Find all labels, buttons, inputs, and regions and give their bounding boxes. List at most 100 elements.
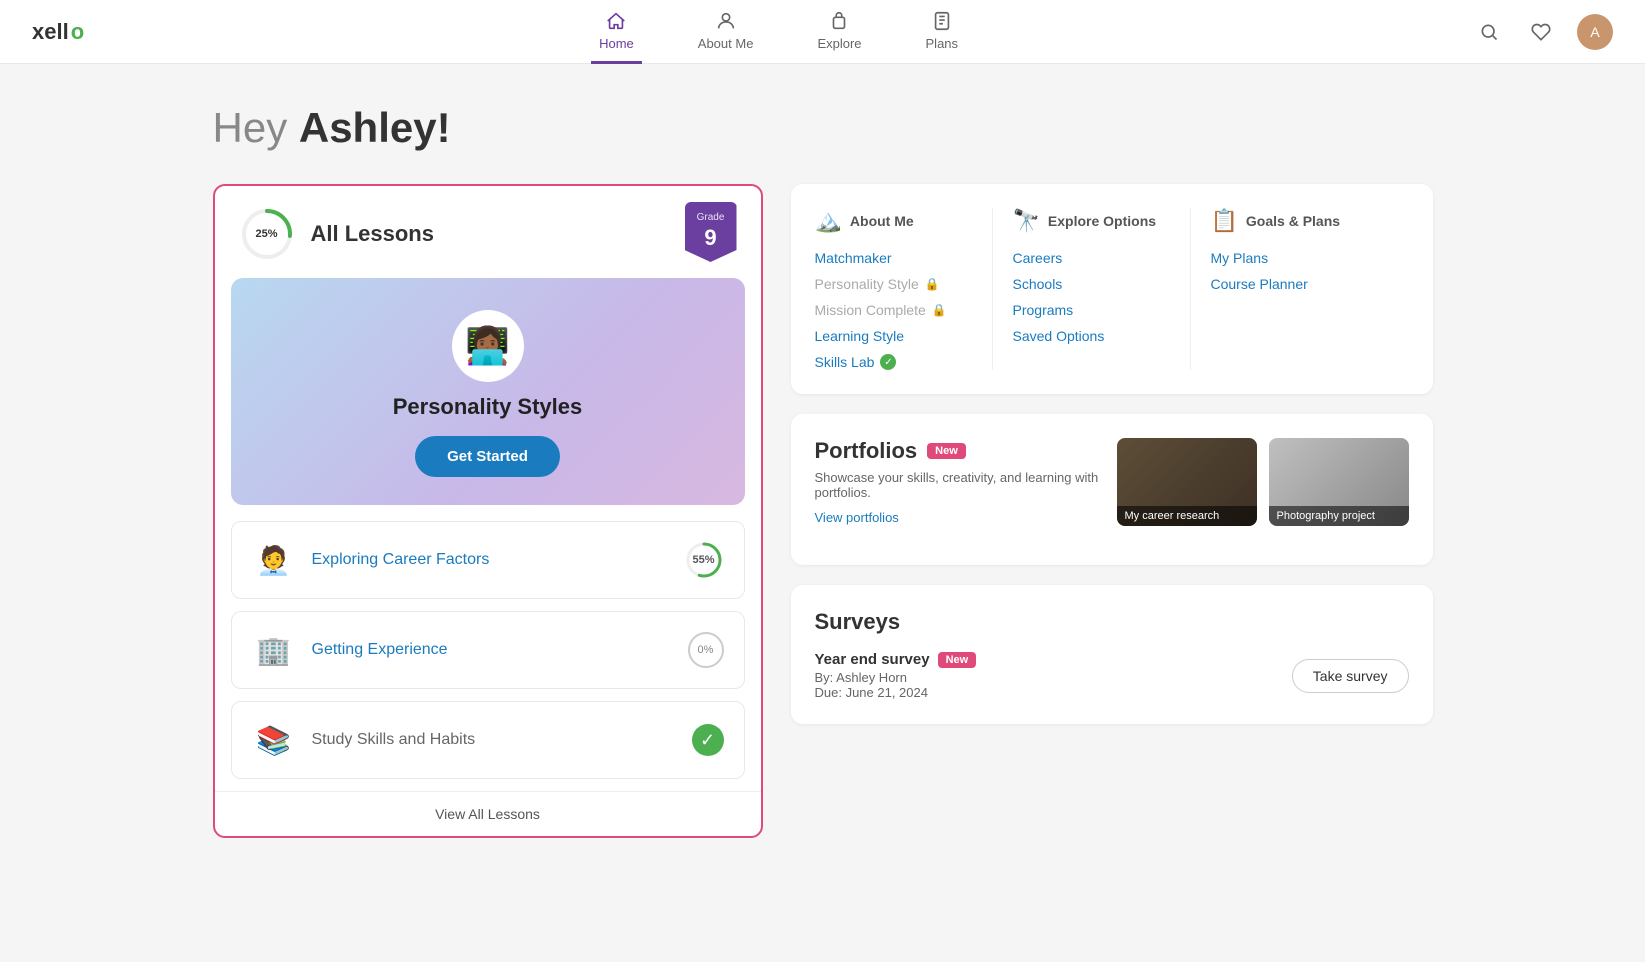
search-icon [1479, 22, 1499, 42]
quick-link-matchmaker[interactable]: Matchmaker [815, 250, 972, 266]
take-survey-button[interactable]: Take survey [1292, 659, 1409, 693]
portfolios-description: Showcase your skills, creativity, and le… [815, 470, 1101, 500]
goals-col-header: 📋 Goals & Plans [1211, 208, 1409, 234]
nav-plans-label: Plans [926, 36, 959, 51]
survey-due: Due: June 21, 2024 [815, 685, 977, 700]
mission-complete-label: Mission Complete [815, 302, 926, 318]
nav-plans[interactable]: Plans [918, 0, 967, 64]
quick-link-course-planner[interactable]: Course Planner [1211, 276, 1409, 292]
home-icon [605, 10, 627, 32]
user-avatar[interactable]: A [1577, 14, 1613, 50]
personality-lock-icon: 🔒 [925, 277, 940, 291]
personality-banner: 👩🏾‍💻 Personality Styles Get Started [231, 278, 745, 505]
surveys-title: Surveys [815, 609, 1409, 635]
matchmaker-link[interactable]: Matchmaker [815, 250, 972, 266]
portfolio-thumb-photo[interactable]: Photography project [1269, 438, 1409, 526]
my-plans-link[interactable]: My Plans [1211, 250, 1409, 266]
portfolios-panel: Portfolios New Showcase your skills, cre… [791, 414, 1433, 565]
skills-lab-check-icon: ✓ [880, 354, 896, 370]
lessons-card: 25% All Lessons Grade 9 👩🏾‍💻 Personality… [213, 184, 763, 838]
nav-explore[interactable]: Explore [809, 0, 869, 64]
goals-header-label: Goals & Plans [1246, 213, 1340, 229]
skills-lab-label: Skills Lab [815, 354, 875, 370]
skills-lab-link[interactable]: Skills Lab ✓ [815, 354, 972, 370]
nav-home[interactable]: Home [591, 0, 642, 64]
lesson-item-study[interactable]: 📚 Study Skills and Habits ✓ [231, 701, 745, 779]
experience-progress-label: 0% [698, 644, 714, 656]
personality-style-label: Personality Style [815, 276, 919, 292]
quick-link-learning-style[interactable]: Learning Style [815, 328, 972, 344]
survey-item: Year end survey New By: Ashley Horn Due:… [815, 651, 1409, 700]
quick-link-programs[interactable]: Programs [1013, 302, 1170, 318]
view-all-lessons[interactable]: View All Lessons [215, 791, 761, 836]
logo-accent: o [71, 19, 84, 45]
schools-link[interactable]: Schools [1013, 276, 1170, 292]
favorites-button[interactable] [1525, 16, 1557, 48]
study-skills-icon: 📚 [252, 718, 296, 762]
quick-link-mission-complete: Mission Complete 🔒 [815, 302, 972, 318]
personality-styles-title: Personality Styles [255, 394, 721, 420]
study-complete-check: ✓ [692, 724, 724, 756]
bag-icon [828, 10, 850, 32]
lessons-header: 25% All Lessons Grade 9 [215, 186, 761, 278]
logo[interactable]: xello [32, 19, 84, 45]
right-column: 🏔️ About Me Matchmaker Personality Style… [791, 184, 1433, 724]
goals-links: My Plans Course Planner [1211, 250, 1409, 292]
goals-header-icon: 📋 [1211, 208, 1238, 234]
getting-experience-icon: 🏢 [252, 628, 296, 672]
exploring-progress-label: 55% [692, 554, 714, 566]
lesson-item-experience[interactable]: 🏢 Getting Experience 0% [231, 611, 745, 689]
quick-link-schools[interactable]: Schools [1013, 276, 1170, 292]
careers-link[interactable]: Careers [1013, 250, 1170, 266]
quick-link-skills-lab[interactable]: Skills Lab ✓ [815, 354, 972, 370]
portfolios-new-badge: New [927, 443, 966, 459]
nav-about-label: About Me [698, 36, 754, 51]
search-button[interactable] [1473, 16, 1505, 48]
mission-complete-link: Mission Complete 🔒 [815, 302, 972, 318]
portfolios-left: Portfolios New Showcase your skills, cre… [815, 438, 1101, 541]
personality-style-link: Personality Style 🔒 [815, 276, 972, 292]
quick-col-goals: 📋 Goals & Plans My Plans Course Planner [1211, 208, 1409, 370]
overall-progress-pct: 25% [255, 228, 277, 240]
view-portfolios-link[interactable]: View portfolios [815, 510, 1101, 525]
quick-links-panel: 🏔️ About Me Matchmaker Personality Style… [791, 184, 1433, 394]
exploring-career-progress: 55% [684, 540, 724, 580]
portfolios-body: Portfolios New Showcase your skills, cre… [815, 438, 1409, 541]
clipboard-icon [931, 10, 953, 32]
saved-options-link[interactable]: Saved Options [1013, 328, 1170, 344]
two-column-layout: 25% All Lessons Grade 9 👩🏾‍💻 Personality… [213, 184, 1433, 838]
explore-links: Careers Schools Programs Saved Options [1013, 250, 1170, 344]
explore-header-icon: 🔭 [1013, 208, 1040, 234]
about-me-header-label: About Me [850, 213, 914, 229]
grade-label: Grade [697, 211, 725, 224]
greeting-prefix: Hey [213, 104, 299, 151]
lessons-card-title: All Lessons [311, 221, 434, 247]
top-navigation: xello Home About Me Explore Plans A [0, 0, 1645, 64]
explore-col-header: 🔭 Explore Options [1013, 208, 1170, 234]
programs-link[interactable]: Programs [1013, 302, 1170, 318]
portfolio-thumb-career[interactable]: My career research [1117, 438, 1257, 526]
quick-link-careers[interactable]: Careers [1013, 250, 1170, 266]
survey-by: By: Ashley Horn [815, 670, 977, 685]
grade-number: 9 [704, 224, 716, 253]
lesson-experience-name: Getting Experience [312, 641, 672, 659]
lesson-item-exploring[interactable]: 🧑‍💼 Exploring Career Factors 55% [231, 521, 745, 599]
person-icon [715, 10, 737, 32]
heart-icon [1531, 22, 1551, 42]
about-me-links: Matchmaker Personality Style 🔒 Mission C… [815, 250, 972, 370]
greeting-heading: Hey Ashley! [213, 104, 1433, 152]
quick-link-saved-options[interactable]: Saved Options [1013, 328, 1170, 344]
course-planner-link[interactable]: Course Planner [1211, 276, 1409, 292]
quick-col-about-me: 🏔️ About Me Matchmaker Personality Style… [815, 208, 993, 370]
portfolios-header: Portfolios New [815, 438, 1101, 464]
learning-style-link[interactable]: Learning Style [815, 328, 972, 344]
quick-link-my-plans[interactable]: My Plans [1211, 250, 1409, 266]
survey-name: Year end survey New [815, 651, 977, 668]
lessons-column: 25% All Lessons Grade 9 👩🏾‍💻 Personality… [213, 184, 763, 838]
survey-name-label: Year end survey [815, 651, 930, 668]
nav-about-me[interactable]: About Me [690, 0, 762, 64]
nav-center: Home About Me Explore Plans [591, 0, 966, 64]
portfolio-thumbnails: My career research Photography project [1117, 438, 1409, 526]
get-started-button[interactable]: Get Started [415, 436, 560, 477]
nav-explore-label: Explore [817, 36, 861, 51]
